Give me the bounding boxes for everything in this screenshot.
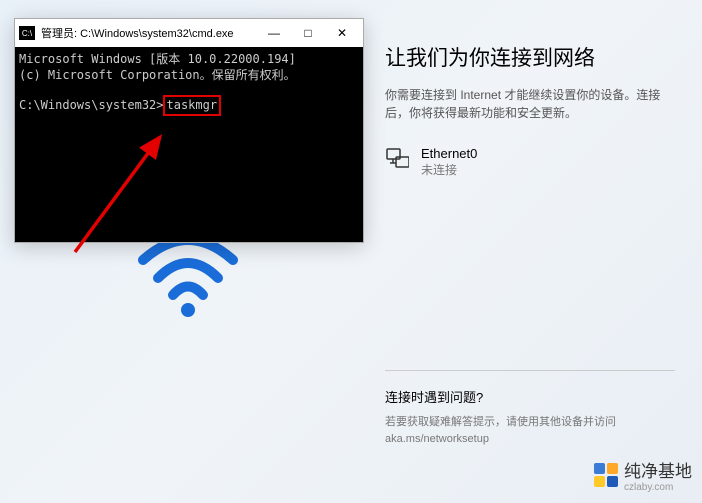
cmd-titlebar[interactable]: C:\ 管理员: C:\Windows\system32\cmd.exe — □… xyxy=(15,19,363,47)
watermark-brand: 纯净基地 xyxy=(624,462,692,481)
adapter-status: 未连接 xyxy=(421,161,477,178)
page-title: 让我们为你连接到网络 xyxy=(385,42,675,72)
help-section: 连接时遇到问题? 若要获取疑难解答提示，请使用其他设备并访问 aka.ms/ne… xyxy=(385,370,675,447)
cmd-title: 管理员: C:\Windows\system32\cmd.exe xyxy=(41,25,257,41)
cmd-line: Microsoft Windows [版本 10.0.22000.194] xyxy=(19,51,359,67)
cmd-app-icon: C:\ xyxy=(19,26,35,40)
network-setup-panel: 让我们为你连接到网络 你需要连接到 Internet 才能继续设置你的设备。连接… xyxy=(385,42,675,178)
help-text: 若要获取疑难解答提示，请使用其他设备并访问 aka.ms/networksetu… xyxy=(385,414,675,447)
help-title: 连接时遇到问题? xyxy=(385,387,675,406)
ethernet-icon xyxy=(385,146,409,170)
cmd-window: C:\ 管理员: C:\Windows\system32\cmd.exe — □… xyxy=(14,18,364,243)
close-button[interactable]: ✕ xyxy=(325,21,359,45)
adapter-name: Ethernet0 xyxy=(421,146,477,161)
minimize-button[interactable]: — xyxy=(257,21,291,45)
wifi-icon xyxy=(138,230,238,320)
page-description: 你需要连接到 Internet 才能继续设置你的设备。连接后，你将获得最新功能和… xyxy=(385,86,675,122)
maximize-button[interactable]: □ xyxy=(291,21,325,45)
watermark-logo-icon xyxy=(594,463,618,487)
cmd-command-highlight: taskmgr xyxy=(163,95,222,115)
network-adapter-item[interactable]: Ethernet0 未连接 xyxy=(385,146,675,178)
watermark: 纯净基地 czlaby.com xyxy=(594,457,692,493)
annotation-arrow xyxy=(45,132,185,262)
cmd-prompt-line: C:\Windows\system32>taskmgr xyxy=(19,95,359,115)
cmd-line: (c) Microsoft Corporation。保留所有权利。 xyxy=(19,67,359,83)
cmd-terminal[interactable]: Microsoft Windows [版本 10.0.22000.194] (c… xyxy=(15,47,363,242)
watermark-url: czlaby.com xyxy=(624,482,692,493)
